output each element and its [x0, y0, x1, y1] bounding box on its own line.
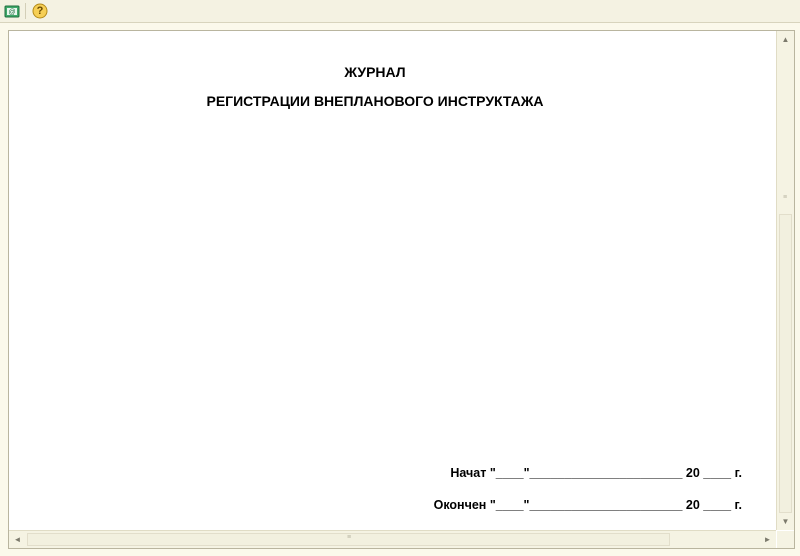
ended-date-line: Окончен "____"______________________ 20 … [433, 498, 742, 512]
email-icon: @ [4, 5, 20, 18]
toolbar: @ ? [0, 0, 800, 23]
scrollbar-corner [777, 531, 794, 548]
started-date-line: Начат "____"______________________ 20 __… [450, 466, 742, 480]
email-button[interactable]: @ [3, 2, 21, 20]
scroll-right-arrow[interactable]: ► [759, 531, 776, 548]
journal-subtitle: РЕГИСТРАЦИИ ВНЕПЛАНОВОГО ИНСТРУКТАЖА [206, 93, 544, 109]
report-frame: ЖУРНАЛ РЕГИСТРАЦИИ ВНЕПЛАНОВОГО ИНСТРУКТ… [8, 30, 795, 549]
toolbar-separator [25, 3, 26, 19]
horizontal-grip-icon: ≡ [347, 534, 352, 541]
vertical-scrollbar[interactable]: ▲ ≡ ▼ [776, 31, 794, 530]
help-icon-glyph: ? [36, 5, 44, 17]
journal-title: ЖУРНАЛ [344, 64, 406, 80]
vertical-scroll-track[interactable]: ≡ [779, 49, 792, 513]
svg-text:@: @ [8, 9, 15, 16]
scroll-up-arrow[interactable]: ▲ [777, 31, 794, 48]
help-button[interactable]: ? [31, 2, 49, 20]
document-page: ЖУРНАЛ РЕГИСТРАЦИИ ВНЕПЛАНОВОГО ИНСТРУКТ… [9, 31, 776, 530]
vertical-scroll-thumb[interactable] [779, 214, 792, 513]
horizontal-scrollbar[interactable]: ◄ ≡ ► [9, 530, 776, 548]
scroll-left-arrow[interactable]: ◄ [9, 531, 26, 548]
horizontal-scroll-track[interactable]: ≡ [27, 533, 758, 546]
vertical-grip-icon: ≡ [783, 194, 788, 201]
scroll-down-arrow[interactable]: ▼ [777, 513, 794, 530]
